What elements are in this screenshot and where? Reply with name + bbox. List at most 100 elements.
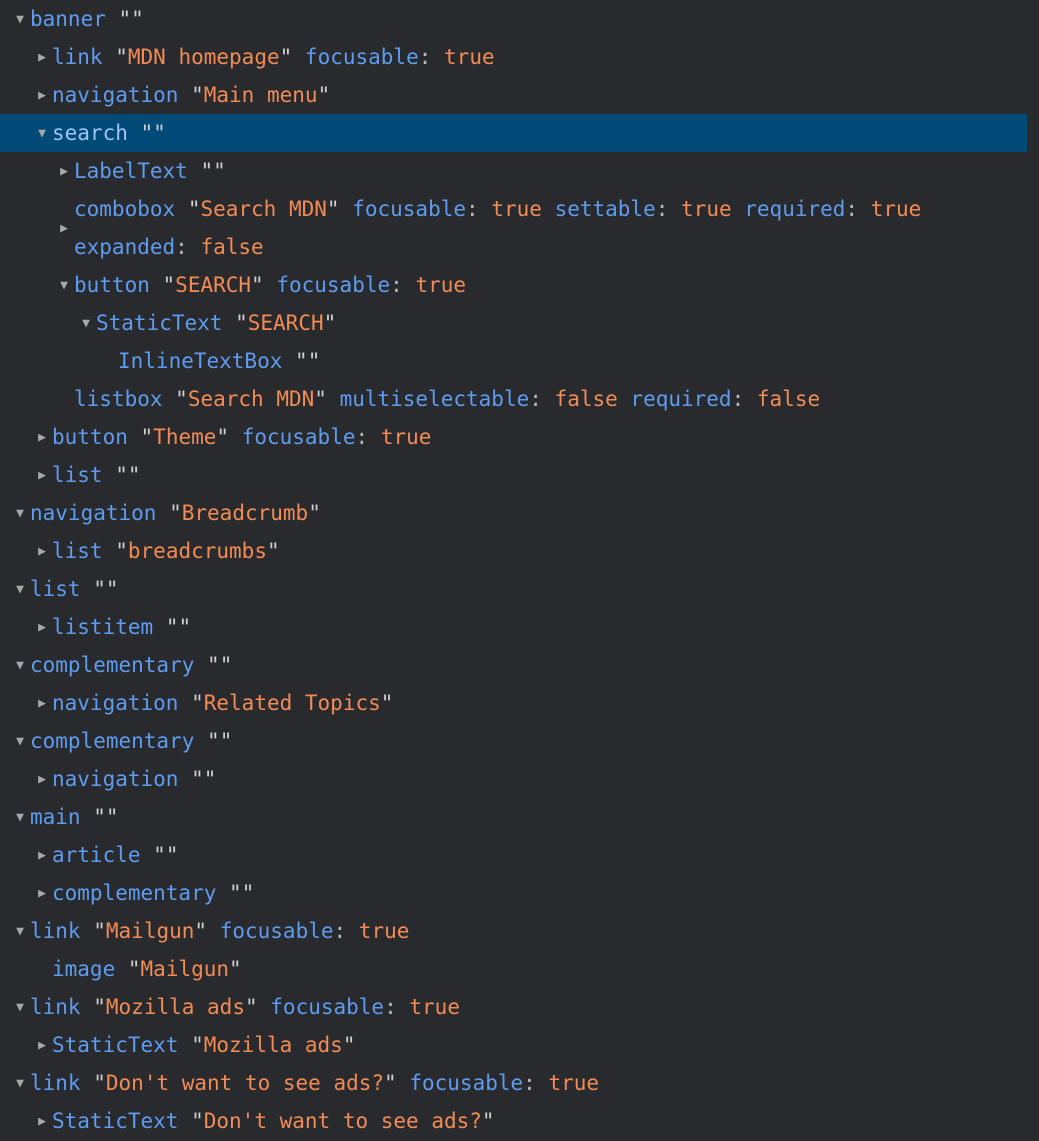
tree-toggle-container[interactable]: ▶ [54,190,74,266]
expand-triangle-right-icon[interactable]: ▶ [32,609,52,647]
name-open-quote: " [200,159,214,183]
property-colon: : [523,1071,536,1095]
ax-node-row-link[interactable]: ▼ link "Don't want to see ads?" focusable… [0,1064,1039,1102]
ax-node-row-navigation[interactable]: ▼ navigation "Breadcrumb" [0,494,1039,532]
ax-node-line: ▶ list "breadcrumbs" [0,532,1039,570]
expand-triangle-right-icon[interactable]: ▶ [32,1103,52,1141]
node-role: StaticText [52,1033,179,1057]
expand-triangle-right-icon[interactable]: ▶ [32,875,52,913]
property-key-required: required [630,387,732,411]
name-open-quote: " [165,615,179,639]
ax-node-line: ▼ banner "" [0,0,1039,38]
expand-triangle-down-icon[interactable]: ▼ [10,723,30,761]
property-value-focusable: true [415,273,467,297]
expand-triangle-right-icon[interactable]: ▶ [32,533,52,571]
ax-node-row-list[interactable]: ▼ list "" [0,570,1039,608]
expand-triangle-right-icon[interactable]: ▶ [54,221,74,236]
name-open-quote: " [140,121,154,145]
ax-node-row-link[interactable]: ▼ link "Mailgun" focusable: true [0,912,1039,950]
name-close-quote: " [481,1109,495,1133]
property-key-settable: settable [554,197,656,221]
ax-node-row-button[interactable]: ▼ button "SEARCH" focusable: true [0,266,1039,304]
ax-node-row-article[interactable]: ▶ article "" [0,836,1039,874]
expand-triangle-right-icon[interactable]: ▶ [32,77,52,115]
property-value-focusable: true [548,1071,600,1095]
expand-triangle-right-icon[interactable]: ▶ [32,761,52,799]
ax-node-row-InlineTextBox[interactable]: InlineTextBox "" [0,342,1039,380]
expand-triangle-down-icon[interactable]: ▼ [10,989,30,1027]
expand-triangle-right-icon[interactable]: ▶ [32,457,52,495]
ax-node-line: ▼ button "SEARCH" focusable: true [0,266,1039,304]
node-name: Don't want to see ads? [105,1071,385,1095]
property-key-focusable: focusable [352,197,467,221]
ax-node-row-navigation[interactable]: ▶ navigation "" [0,760,1039,798]
property-colon: : [529,387,542,411]
expand-triangle-down-icon[interactable]: ▼ [10,571,30,609]
ax-node-row-combobox[interactable]: ▶ combobox "Search MDN" focusable: true s… [0,190,1039,266]
ax-node-line: ▶ navigation "" [0,760,1039,798]
expand-triangle-right-icon[interactable]: ▶ [32,685,52,723]
ax-node-row-list[interactable]: ▶ list "" [0,456,1039,494]
ax-node-line: ▶ listitem "" [0,608,1039,646]
node-name: SEARCH [175,273,252,297]
ax-node-row-search[interactable]: ▼ search "" [0,114,1027,152]
ax-node-line: InlineTextBox "" [0,342,1039,380]
ax-node-line: ▶ navigation "Related Topics" [0,684,1039,722]
name-close-quote: " [127,463,141,487]
ax-node-row-button[interactable]: ▶ button "Theme" focusable: true [0,418,1039,456]
ax-node-row-listitem[interactable]: ▶ listitem "" [0,608,1039,646]
ax-node-row-complementary[interactable]: ▼ complementary "" [0,722,1039,760]
property-value-required: true [870,197,922,221]
name-open-quote: " [207,729,220,753]
name-close-quote: " [323,311,337,335]
ax-node-row-list[interactable]: ▶ list "breadcrumbs" [0,532,1039,570]
ax-node-row-image[interactable]: image "Mailgun" [0,950,1039,988]
ax-node-row-LabelText[interactable]: ▶ LabelText "" [0,152,1039,190]
ax-node-row-link[interactable]: ▶ link "MDN homepage" focusable: true [0,38,1039,76]
property-colon: : [466,197,479,221]
ax-node-row-navigation[interactable]: ▶ navigation "Main menu" [0,76,1039,114]
name-open-quote: " [93,577,106,601]
node-name: SEARCH [247,311,324,335]
expand-triangle-down-icon[interactable]: ▼ [54,267,74,305]
expand-triangle-down-icon[interactable]: ▼ [10,799,30,837]
expand-triangle-down-icon[interactable]: ▼ [10,1065,30,1103]
expand-triangle-down-icon[interactable]: ▼ [10,647,30,685]
ax-node-row-navigation[interactable]: ▶ navigation "Related Topics" [0,684,1039,722]
expand-triangle-right-icon[interactable]: ▶ [32,1027,52,1065]
name-open-quote: " [175,387,188,411]
expand-triangle-down-icon[interactable]: ▼ [10,913,30,951]
expand-triangle-down-icon[interactable]: ▼ [10,495,30,533]
property-colon: : [355,425,369,449]
name-open-quote: " [93,995,106,1019]
ax-node-line: image "Mailgun" [0,950,1039,988]
ax-node-line: ▶ button "Theme" focusable: true [0,418,1039,456]
property-key-multiselectable: multiselectable [339,387,530,411]
property-colon: : [418,45,432,69]
ax-node-row-link[interactable]: ▼ link "Mozilla ads" focusable: true [0,988,1039,1026]
ax-node-line: ▶ StaticText "Mozilla ads" [0,1026,1039,1064]
node-role: listbox [74,387,163,411]
ax-node-row-complementary[interactable]: ▶ complementary "" [0,874,1039,912]
ax-node-row-main[interactable]: ▼ main "" [0,798,1039,836]
property-key-focusable: focusable [241,425,356,449]
expand-triangle-right-icon[interactable]: ▶ [54,153,74,191]
ax-node-row-listbox[interactable]: listbox "Search MDN" multiselectable: fa… [0,380,1039,418]
ax-node-row-StaticText[interactable]: ▼ StaticText "SEARCH" [0,304,1039,342]
expand-triangle-right-icon[interactable]: ▶ [32,39,52,77]
ax-node-row-complementary[interactable]: ▼ complementary "" [0,646,1039,684]
expand-triangle-down-icon[interactable]: ▼ [76,305,96,343]
node-role: main [30,805,81,829]
expand-triangle-right-icon[interactable]: ▶ [32,419,52,457]
expand-triangle-down-icon[interactable]: ▼ [32,115,52,153]
ax-node-line: ▶ LabelText "" [0,152,1039,190]
ax-node-line: ▼ complementary "" [0,722,1039,760]
expand-triangle-down-icon[interactable]: ▼ [10,1,30,39]
ax-node-row-banner[interactable]: ▼ banner "" [0,0,1039,38]
accessibility-tree-pane[interactable]: ▼ banner "" ▶ link "MDN homepage" focusable… [0,0,1039,1140]
ax-node-row-StaticText[interactable]: ▶ StaticText "Mozilla ads" [0,1026,1039,1064]
expand-triangle-right-icon[interactable]: ▶ [32,837,52,875]
ax-node-row-StaticText[interactable]: ▶ StaticText "Don't want to see ads?" [0,1102,1039,1140]
tree-toggle-placeholder-icon [98,343,118,381]
name-close-quote: " [342,1033,356,1057]
